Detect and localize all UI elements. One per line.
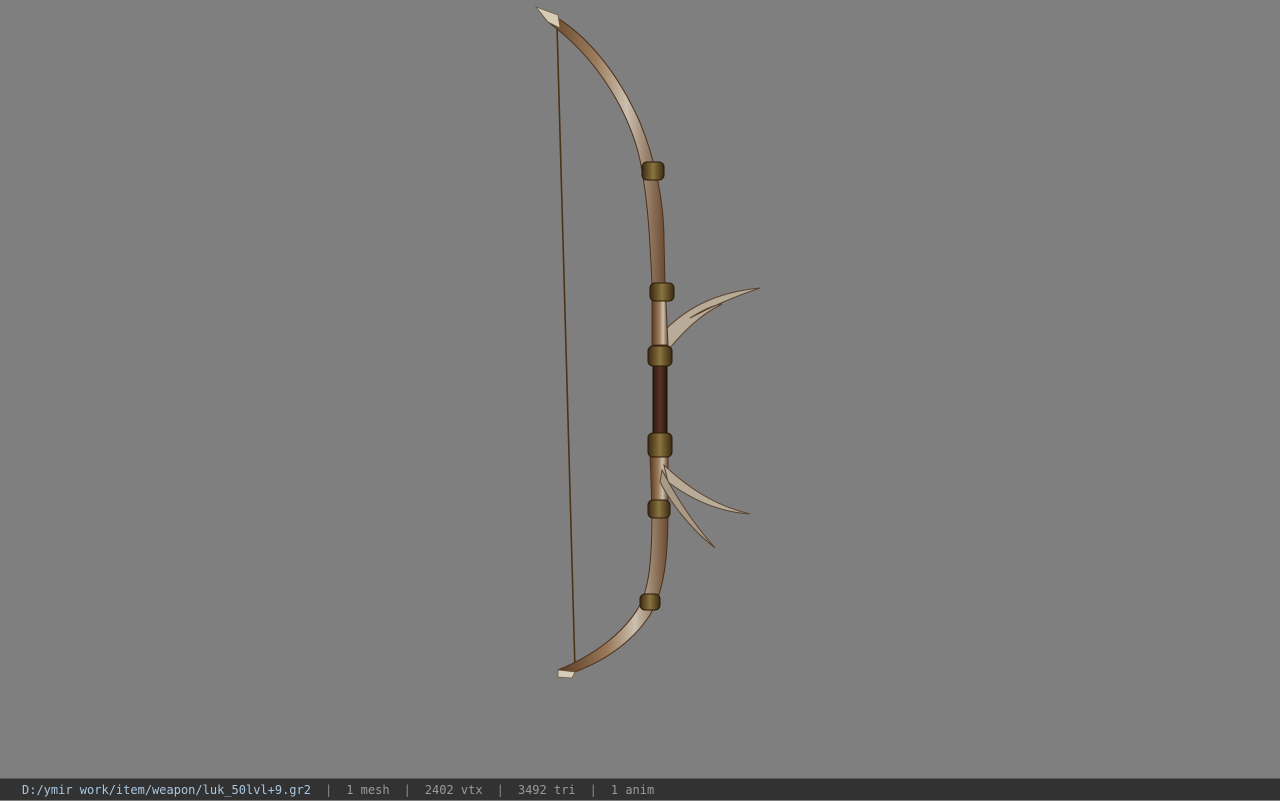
triangle-count: 3492 tri (517, 783, 576, 797)
wrap-band (647, 499, 671, 519)
separator: | (403, 783, 411, 797)
separator: | (324, 783, 333, 797)
wrap-band (641, 161, 665, 181)
status-bar: D:/ymir work/item/weapon/luk_50lvl+9.gr2… (0, 778, 1280, 800)
3d-viewport[interactable] (0, 0, 1280, 778)
wrap-band (647, 345, 673, 367)
bowstring (556, 25, 576, 671)
anim-count: 1 anim (610, 783, 655, 797)
bow-model-icon (534, 6, 761, 679)
upper-spike (664, 287, 761, 352)
wrap-band (647, 432, 673, 458)
separator: | (589, 783, 597, 797)
vertex-count: 2402 vtx (424, 783, 483, 797)
bow-grip (652, 361, 668, 438)
upper-limb (535, 6, 666, 286)
mesh-count: 1 mesh (346, 783, 390, 797)
file-path: D:/ymir work/item/weapon/luk_50lvl+9.gr2 (22, 783, 311, 797)
wrap-band (639, 593, 661, 611)
separator: | (496, 783, 504, 797)
wrap-band (649, 282, 675, 302)
